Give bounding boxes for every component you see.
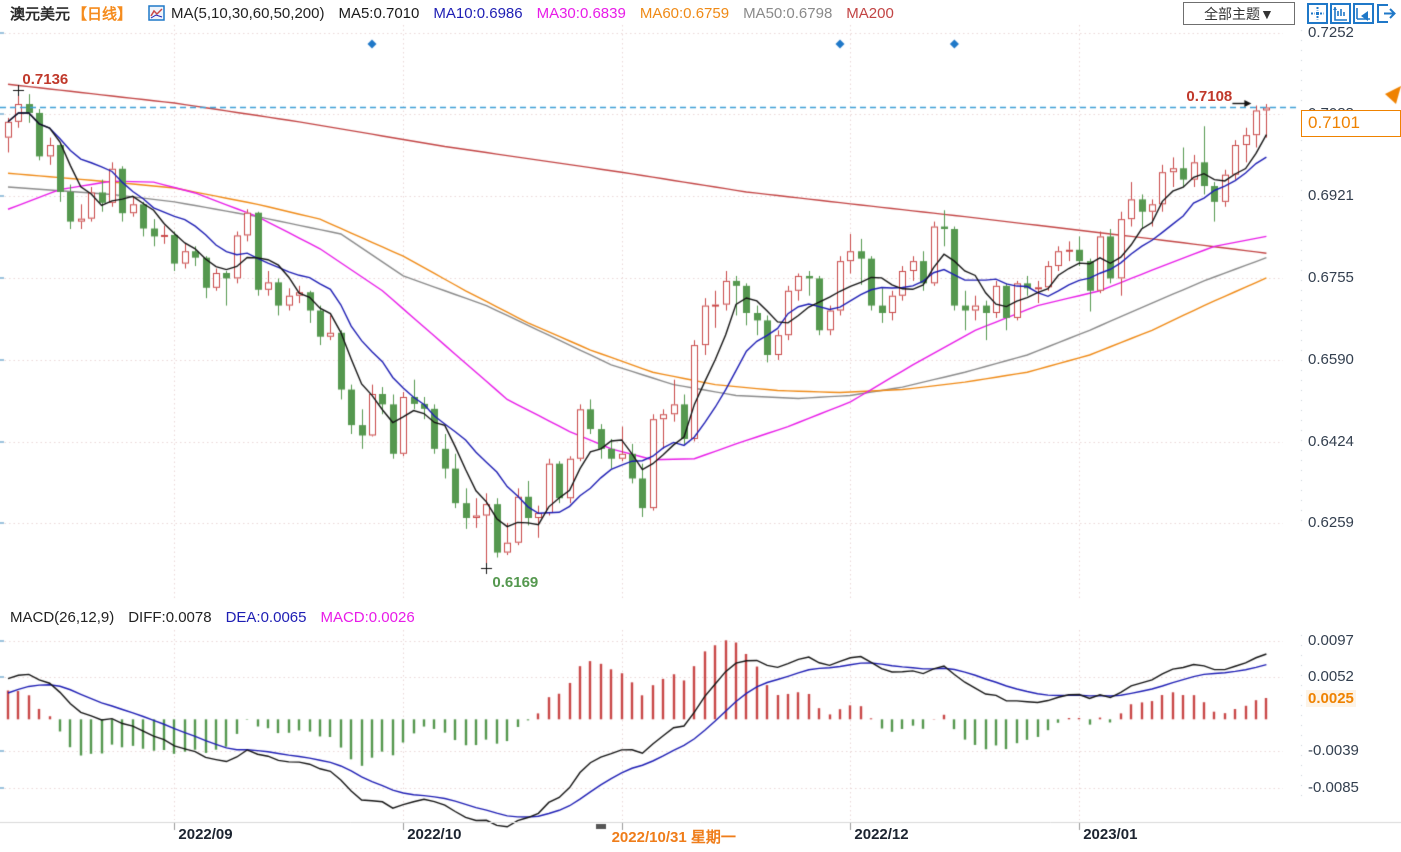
date-axis-label: 2022/10 [407, 826, 461, 843]
price-axis-label: 0.6590 [1308, 351, 1354, 368]
ma-legend-item: MA50:0.6798 [743, 5, 832, 22]
period-high-label: 0.7136 [22, 71, 68, 88]
chart-toolbar: 全部主题▼ [1183, 2, 1397, 25]
macd-axis-label: 0.0097 [1308, 632, 1354, 649]
price-axis-label: 0.6259 [1308, 514, 1354, 531]
indicator-window-icon[interactable] [1330, 3, 1351, 24]
date-axis-label: 2023/01 [1083, 826, 1137, 843]
symbol-name: 澳元美元 [10, 3, 70, 24]
ma-legend-item: MA200 [846, 5, 894, 22]
period-label[interactable]: 【日线】 [72, 3, 132, 24]
ma-legend-item: MA5:0.7010 [338, 5, 419, 22]
recent-high-label: 0.7108 [1186, 88, 1232, 105]
last-price-box: 0.7101 [1301, 110, 1401, 137]
ma-legend: MA5:0.7010 MA10:0.6986 MA30:0.6839 MA60:0.6… [324, 5, 893, 22]
price-chart-canvas[interactable] [0, 0, 1401, 852]
price-axis-label: 0.6424 [1308, 433, 1354, 450]
macd-params-label: MACD(26,12,9) [10, 609, 114, 626]
macd-legend-item: MACD:0.0026 [320, 609, 414, 626]
macd-axis-label: -0.0085 [1308, 779, 1359, 796]
indicator-chart-icon [148, 5, 165, 21]
macd-axis-label: -0.0039 [1308, 742, 1359, 759]
price-axis-label: 0.6921 [1308, 187, 1354, 204]
price-axis-label: 0.7252 [1308, 24, 1354, 41]
main-chart-header: 澳元美元 【日线】 MA(5,10,30,60,50,200) MA5:0.70… [10, 2, 894, 24]
macd-legend: DIFF:0.0078 DEA:0.0065 MACD:0.0026 [114, 609, 414, 626]
window-exit-icon[interactable] [1376, 3, 1397, 24]
macd-legend-item: DEA:0.0065 [226, 609, 307, 626]
ma-legend-item: MA60:0.6759 [640, 5, 729, 22]
theme-selector-button[interactable]: 全部主题▼ [1183, 2, 1295, 25]
macd-current-value-label: 0.0025 [1306, 690, 1356, 707]
crosshair-move-icon[interactable] [1307, 3, 1328, 24]
macd-axis-label: 0.0052 [1308, 668, 1354, 685]
chart-window: 澳元美元 【日线】 MA(5,10,30,60,50,200) MA5:0.70… [0, 0, 1401, 852]
date-axis-label: 2022/10/31 星期一 [612, 826, 736, 847]
macd-header: MACD(26,12,9) DIFF:0.0078 DEA:0.0065 MACD:… [10, 606, 415, 628]
chart-play-icon[interactable] [1353, 3, 1374, 24]
price-axis-label: 0.6755 [1308, 269, 1354, 286]
macd-legend-item: DIFF:0.0078 [128, 609, 211, 626]
ma-group-label: MA(5,10,30,60,50,200) [171, 5, 324, 22]
date-axis-label: 2022/09 [178, 826, 232, 843]
period-low-label: 0.6169 [492, 574, 538, 591]
ma-legend-item: MA10:0.6986 [433, 5, 522, 22]
date-axis-label: 2022/12 [854, 826, 908, 843]
ma-legend-item: MA30:0.6839 [537, 5, 626, 22]
